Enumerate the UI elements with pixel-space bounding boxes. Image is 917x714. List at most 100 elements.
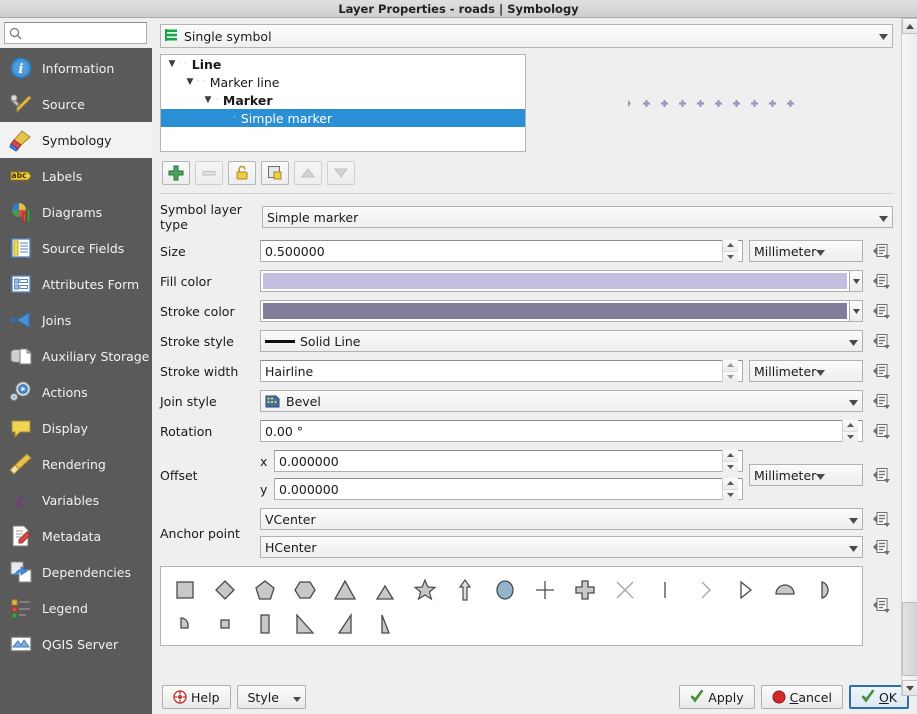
scrollbar-track[interactable] <box>902 34 917 680</box>
stroke-style-combo[interactable]: Solid Line <box>260 330 863 352</box>
size-input[interactable]: 0.500000 <box>260 240 743 262</box>
stepper-down-icon[interactable] <box>723 462 738 473</box>
search-input[interactable] <box>22 25 142 41</box>
stepper-up-icon[interactable] <box>723 450 738 462</box>
stepper-up-icon[interactable] <box>723 478 738 490</box>
move-layer-down-button[interactable] <box>327 161 355 185</box>
stroke-color-button[interactable] <box>260 300 850 322</box>
join-style-data-defined-override-button[interactable] <box>871 390 893 412</box>
chevron-down-icon[interactable]: ▼ <box>165 59 179 69</box>
stepper-up-icon[interactable] <box>723 360 738 372</box>
sidebar-item-actions[interactable]: Actions <box>0 374 152 410</box>
offset-data-defined-override-button[interactable] <box>871 464 893 486</box>
shape-right-half-triangle[interactable] <box>285 607 325 641</box>
tree-node-line[interactable]: ▼ ·· Line <box>161 55 525 73</box>
stepper-down-icon[interactable] <box>843 432 858 443</box>
tree-node-marker-line[interactable]: ▼ ·· Marker line <box>161 73 525 91</box>
sidebar-item-qgis-server[interactable]: QGIS Server <box>0 626 152 662</box>
scroll-down-button[interactable] <box>902 680 917 696</box>
sidebar-item-metadata[interactable]: Metadata <box>0 518 152 554</box>
stepper-down-icon[interactable] <box>723 372 738 383</box>
sidebar-item-variables[interactable]: ɛ Variables <box>0 482 152 518</box>
offset-x-input[interactable]: 0.000000 <box>274 450 743 472</box>
offset-y-input[interactable]: 0.000000 <box>274 478 743 500</box>
stepper-down-icon[interactable] <box>723 490 738 501</box>
sidebar-item-display[interactable]: Display <box>0 410 152 446</box>
search-box[interactable] <box>4 22 147 44</box>
stroke-width-unit-combo[interactable]: Millimeter <box>749 360 863 382</box>
join-style-combo[interactable]: Bevel <box>260 390 863 412</box>
shape-pentagon[interactable] <box>245 573 285 607</box>
stroke-width-input[interactable]: Hairline <box>260 360 743 382</box>
cancel-button[interactable]: Cancel <box>761 685 843 709</box>
anchor-horizontal-data-defined-override-button[interactable] <box>871 536 893 558</box>
size-unit-combo[interactable]: Millimeter <box>749 240 863 262</box>
shape-small-square[interactable] <box>205 607 245 641</box>
anchor-point-horizontal-combo[interactable]: HCenter <box>260 536 863 558</box>
shape-triangle[interactable] <box>325 573 365 607</box>
shape-hexagon[interactable] <box>285 573 325 607</box>
rotation-data-defined-override-button[interactable] <box>871 420 893 442</box>
shape-rectangle[interactable] <box>245 607 285 641</box>
stroke-width-stepper[interactable] <box>722 360 738 382</box>
shape-cross[interactable] <box>525 573 565 607</box>
fill-color-data-defined-override-button[interactable] <box>871 270 893 292</box>
offset-unit-combo[interactable]: Millimeter <box>749 464 863 486</box>
sidebar-item-auxiliary-storage[interactable]: Auxiliary Storage <box>0 338 152 374</box>
move-layer-up-button[interactable] <box>294 161 322 185</box>
sidebar-item-legend[interactable]: Legend <box>0 590 152 626</box>
add-symbol-layer-button[interactable] <box>162 161 190 185</box>
ok-button[interactable]: OK <box>849 685 909 709</box>
shape-diamond[interactable] <box>205 573 245 607</box>
stroke-width-data-defined-override-button[interactable] <box>871 360 893 382</box>
offset-y-stepper[interactable] <box>722 478 738 500</box>
offset-x-stepper[interactable] <box>722 450 738 472</box>
stepper-up-icon[interactable] <box>723 240 738 252</box>
chevron-down-icon[interactable]: ▼ <box>201 95 215 105</box>
stroke-color-dropdown-button[interactable] <box>850 300 863 322</box>
apply-button[interactable]: Apply <box>679 685 754 709</box>
symbol-layer-tree[interactable]: ▼ ·· Line ▼ ·· Marker line ▼ · Marker <box>160 54 526 152</box>
sidebar-item-attributes-form[interactable]: Attributes Form <box>0 266 152 302</box>
shape-line[interactable] <box>645 573 685 607</box>
stroke-style-data-defined-override-button[interactable] <box>871 330 893 352</box>
symbol-layer-type-combo[interactable]: Simple marker <box>262 206 893 228</box>
chevron-down-icon[interactable]: ▼ <box>183 77 197 87</box>
sidebar-item-joins[interactable]: Joins <box>0 302 152 338</box>
shape-star[interactable] <box>405 573 445 607</box>
duplicate-symbol-layer-button[interactable] <box>261 161 289 185</box>
anchor-point-vertical-combo[interactable]: VCenter <box>260 508 863 530</box>
sidebar-item-labels[interactable]: abc Labels <box>0 158 152 194</box>
sidebar-item-symbology[interactable]: Symbology <box>0 122 152 158</box>
lock-layer-colors-button[interactable] <box>228 161 256 185</box>
style-button[interactable]: Style <box>237 685 306 709</box>
fill-color-button[interactable] <box>260 270 850 292</box>
stroke-color-data-defined-override-button[interactable] <box>871 300 893 322</box>
scrollbar-thumb[interactable] <box>902 602 917 676</box>
stepper-down-icon[interactable] <box>723 252 738 263</box>
shape-filled-arrow-head[interactable] <box>725 573 765 607</box>
shape-arrow-head[interactable] <box>685 573 725 607</box>
scroll-up-button[interactable] <box>902 18 917 34</box>
shape-arrow[interactable] <box>445 573 485 607</box>
remove-symbol-layer-button[interactable] <box>195 161 223 185</box>
shape-data-defined-override-button[interactable] <box>871 594 893 616</box>
sidebar-item-diagrams[interactable]: Diagrams <box>0 194 152 230</box>
anchor-vertical-data-defined-override-button[interactable] <box>871 508 893 530</box>
marker-shape-gallery[interactable] <box>160 566 863 646</box>
stepper-up-icon[interactable] <box>843 420 858 432</box>
tree-node-simple-marker[interactable]: · Simple marker <box>161 109 525 127</box>
size-data-defined-override-button[interactable] <box>871 240 893 262</box>
shape-circle[interactable] <box>485 573 525 607</box>
help-button[interactable]: Help <box>162 685 231 709</box>
rotation-stepper[interactable] <box>842 420 858 442</box>
shape-half-square[interactable] <box>805 573 845 607</box>
renderer-type-combo[interactable]: Single symbol <box>160 24 893 48</box>
shape-half-disc[interactable] <box>765 573 805 607</box>
shape-equilateral-triangle[interactable] <box>365 573 405 607</box>
sidebar-item-source-fields[interactable]: Source Fields <box>0 230 152 266</box>
sidebar-item-information[interactable]: i Information <box>0 50 152 86</box>
vertical-scrollbar[interactable] <box>901 18 917 696</box>
shape-quarter-square[interactable] <box>165 607 205 641</box>
sidebar-item-dependencies[interactable]: Dependencies <box>0 554 152 590</box>
